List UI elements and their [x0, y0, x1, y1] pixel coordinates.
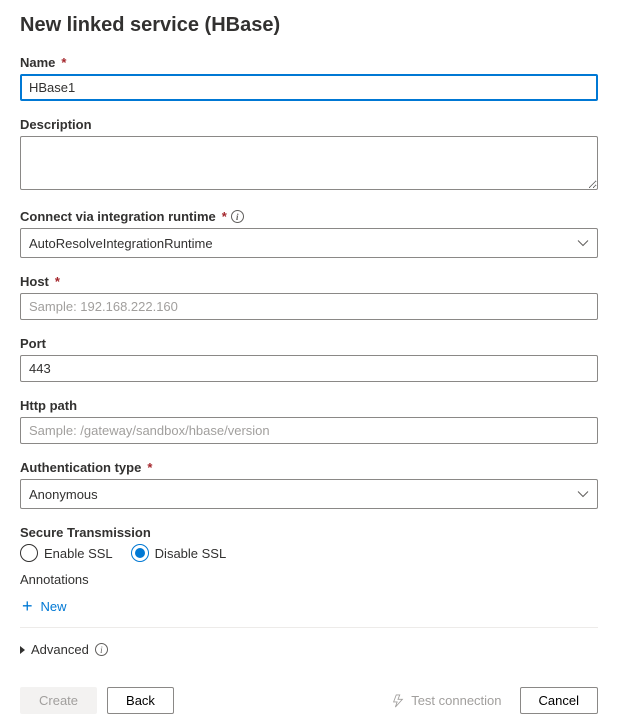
- name-label: Name: [20, 55, 55, 70]
- host-input[interactable]: [20, 293, 598, 320]
- httppath-input[interactable]: [20, 417, 598, 444]
- back-button[interactable]: Back: [107, 687, 174, 714]
- advanced-label: Advanced: [31, 642, 89, 657]
- authtype-value: Anonymous: [29, 487, 98, 502]
- required-indicator: *: [55, 274, 60, 289]
- chevron-down-icon: [577, 237, 589, 249]
- caret-right-icon: [20, 646, 25, 654]
- new-label: New: [41, 599, 67, 614]
- info-icon[interactable]: i: [231, 210, 244, 223]
- test-connection-button: Test connection: [391, 693, 501, 708]
- runtime-field: Connect via integration runtime * i Auto…: [20, 209, 598, 258]
- host-field: Host *: [20, 274, 598, 320]
- advanced-toggle[interactable]: Advanced i: [20, 638, 598, 661]
- runtime-label: Connect via integration runtime: [20, 209, 216, 224]
- cancel-button[interactable]: Cancel: [520, 687, 598, 714]
- panel-title: New linked service (HBase): [20, 14, 598, 37]
- radio-checked-icon: [131, 544, 149, 562]
- new-annotation-button[interactable]: + New: [20, 593, 598, 625]
- disable-ssl-label: Disable SSL: [155, 546, 227, 561]
- disable-ssl-radio[interactable]: Disable SSL: [131, 544, 227, 562]
- httppath-label: Http path: [20, 398, 77, 413]
- required-indicator: *: [61, 55, 66, 70]
- description-textarea[interactable]: [20, 136, 598, 190]
- port-input[interactable]: [20, 355, 598, 382]
- runtime-value: AutoResolveIntegrationRuntime: [29, 236, 213, 251]
- secure-transmission-label: Secure Transmission: [20, 525, 151, 540]
- authtype-field: Authentication type * Anonymous: [20, 460, 598, 509]
- host-label: Host: [20, 274, 49, 289]
- runtime-select[interactable]: AutoResolveIntegrationRuntime: [20, 228, 598, 258]
- test-connection-label: Test connection: [411, 693, 501, 708]
- create-button[interactable]: Create: [20, 687, 97, 714]
- name-input[interactable]: [20, 74, 598, 101]
- port-field: Port: [20, 336, 598, 382]
- port-label: Port: [20, 336, 46, 351]
- plus-icon: +: [22, 597, 33, 615]
- required-indicator: *: [222, 209, 227, 224]
- authtype-select[interactable]: Anonymous: [20, 479, 598, 509]
- radio-unchecked-icon: [20, 544, 38, 562]
- chevron-down-icon: [577, 488, 589, 500]
- footer: Create Back Test connection Cancel: [0, 679, 618, 726]
- httppath-field: Http path: [20, 398, 598, 444]
- authtype-label: Authentication type: [20, 460, 141, 475]
- annotations-label: Annotations: [20, 572, 598, 587]
- info-icon[interactable]: i: [95, 643, 108, 656]
- description-label: Description: [20, 117, 92, 132]
- enable-ssl-radio[interactable]: Enable SSL: [20, 544, 113, 562]
- connection-icon: [391, 694, 405, 708]
- name-field: Name *: [20, 55, 598, 101]
- enable-ssl-label: Enable SSL: [44, 546, 113, 561]
- required-indicator: *: [147, 460, 152, 475]
- secure-transmission-field: Secure Transmission Enable SSL Disable S…: [20, 525, 598, 562]
- description-field: Description: [20, 117, 598, 193]
- divider: [20, 627, 598, 628]
